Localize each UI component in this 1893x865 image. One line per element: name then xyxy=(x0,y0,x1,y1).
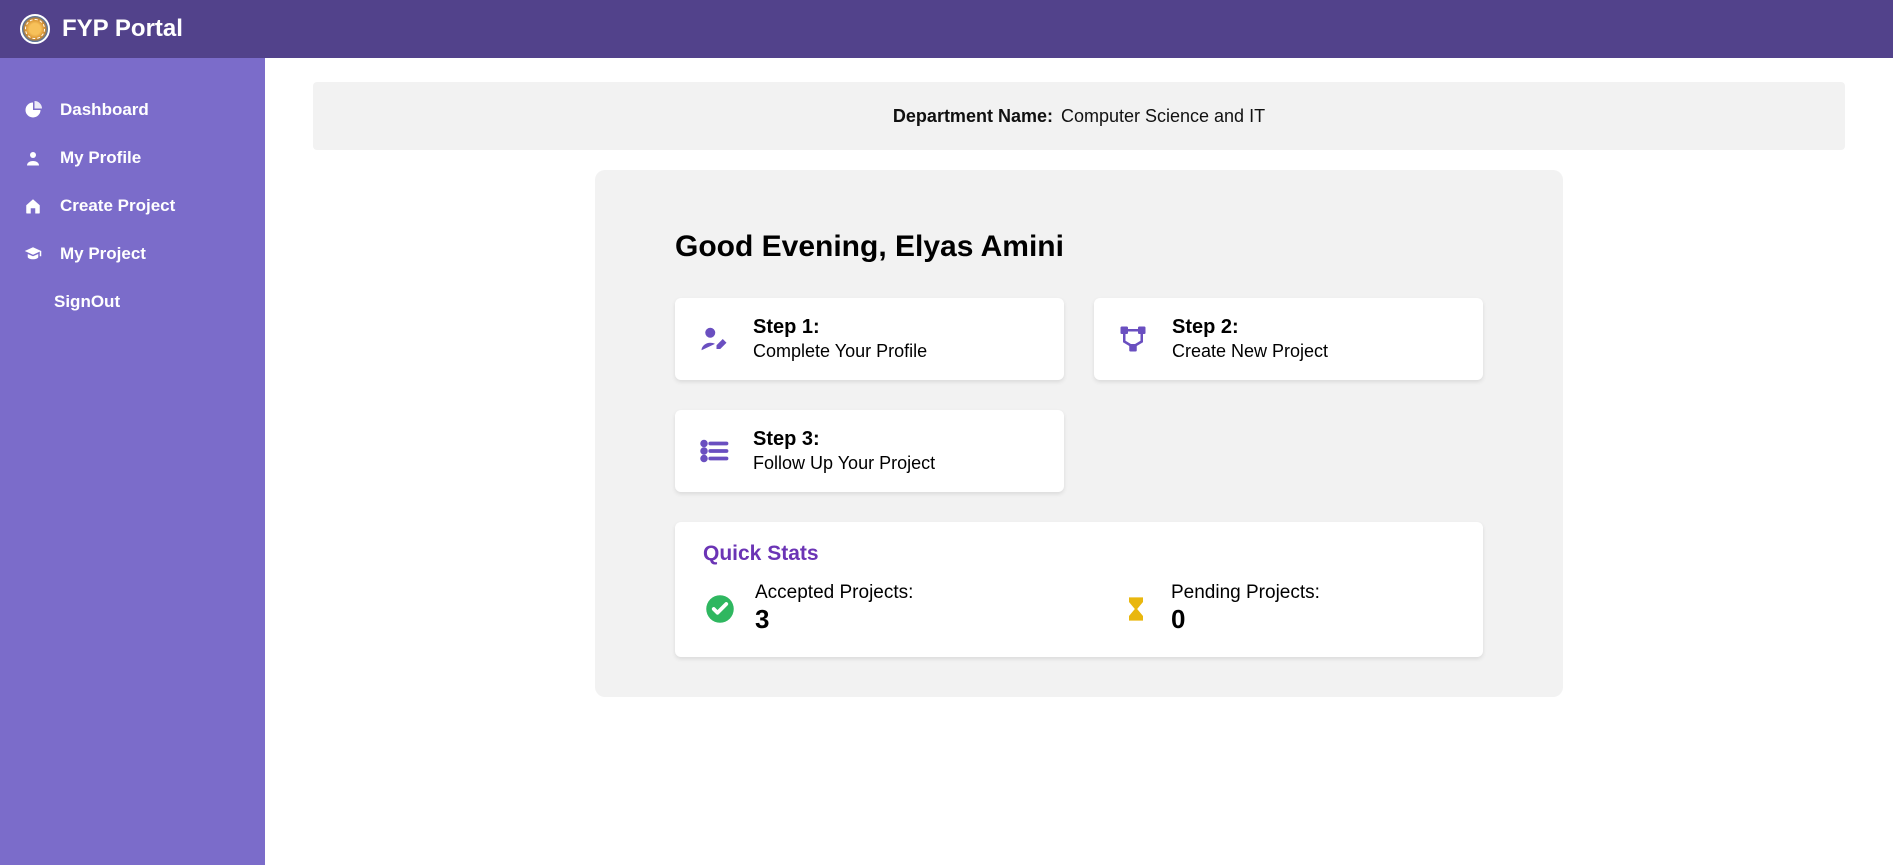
sidebar-item-label: Create Project xyxy=(60,196,175,216)
graduate-user-icon xyxy=(22,149,44,167)
greeting-text: Good Evening, Elyas Amini xyxy=(675,230,1483,264)
sidebar-item-signout[interactable]: SignOut xyxy=(0,278,265,326)
stat-label: Accepted Projects: xyxy=(755,582,913,604)
step-desc: Create New Project xyxy=(1172,341,1328,362)
graduation-cap-icon xyxy=(22,245,44,263)
department-banner: Department Name: Computer Science and IT xyxy=(313,82,1845,150)
stat-label: Pending Projects: xyxy=(1171,582,1320,604)
app-title: FYP Portal xyxy=(62,15,183,43)
list-icon xyxy=(697,436,731,466)
step-card-profile[interactable]: Step 1: Complete Your Profile xyxy=(675,298,1064,380)
sidebar-item-label: My Project xyxy=(60,244,146,264)
main-content: Department Name: Computer Science and IT… xyxy=(265,58,1893,865)
sidebar: Dashboard My Profile Create Project My P… xyxy=(0,58,265,865)
sidebar-item-dashboard[interactable]: Dashboard xyxy=(0,86,265,134)
sidebar-item-label: Dashboard xyxy=(60,100,149,120)
sidebar-item-create-project[interactable]: Create Project xyxy=(0,182,265,230)
check-circle-icon xyxy=(703,594,737,624)
department-value: Computer Science and IT xyxy=(1061,106,1265,127)
dashboard-card: Good Evening, Elyas Amini Step 1: Comple… xyxy=(595,170,1563,697)
top-header: FYP Portal xyxy=(0,0,1893,58)
user-edit-icon xyxy=(697,324,731,354)
stat-value: 0 xyxy=(1171,604,1320,635)
step-card-create-project[interactable]: Step 2: Create New Project xyxy=(1094,298,1483,380)
quick-stats-title: Quick Stats xyxy=(703,542,1455,566)
stat-pending: Pending Projects: 0 xyxy=(1119,582,1455,635)
steps-grid: Step 1: Complete Your Profile Step 2: Cr… xyxy=(675,298,1483,492)
step-desc: Complete Your Profile xyxy=(753,341,927,362)
step-desc: Follow Up Your Project xyxy=(753,453,935,474)
hourglass-icon xyxy=(1119,594,1153,624)
app-logo-icon xyxy=(20,14,50,44)
step-title: Step 3: xyxy=(753,428,935,451)
house-icon xyxy=(22,197,44,215)
step-title: Step 2: xyxy=(1172,316,1328,339)
stat-value: 3 xyxy=(755,604,913,635)
department-label: Department Name: xyxy=(893,106,1053,127)
step-title: Step 1: xyxy=(753,316,927,339)
sidebar-item-my-project[interactable]: My Project xyxy=(0,230,265,278)
brand[interactable]: FYP Portal xyxy=(20,14,183,44)
stat-accepted: Accepted Projects: 3 xyxy=(703,582,1039,635)
pie-chart-icon xyxy=(22,101,44,119)
step-card-follow-up[interactable]: Step 3: Follow Up Your Project xyxy=(675,410,1064,492)
sidebar-item-label: My Profile xyxy=(60,148,141,168)
sidebar-item-my-profile[interactable]: My Profile xyxy=(0,134,265,182)
quick-stats-card: Quick Stats Accepted Projects: 3 xyxy=(675,522,1483,657)
sidebar-item-label: SignOut xyxy=(54,292,120,312)
project-diagram-icon xyxy=(1116,324,1150,354)
